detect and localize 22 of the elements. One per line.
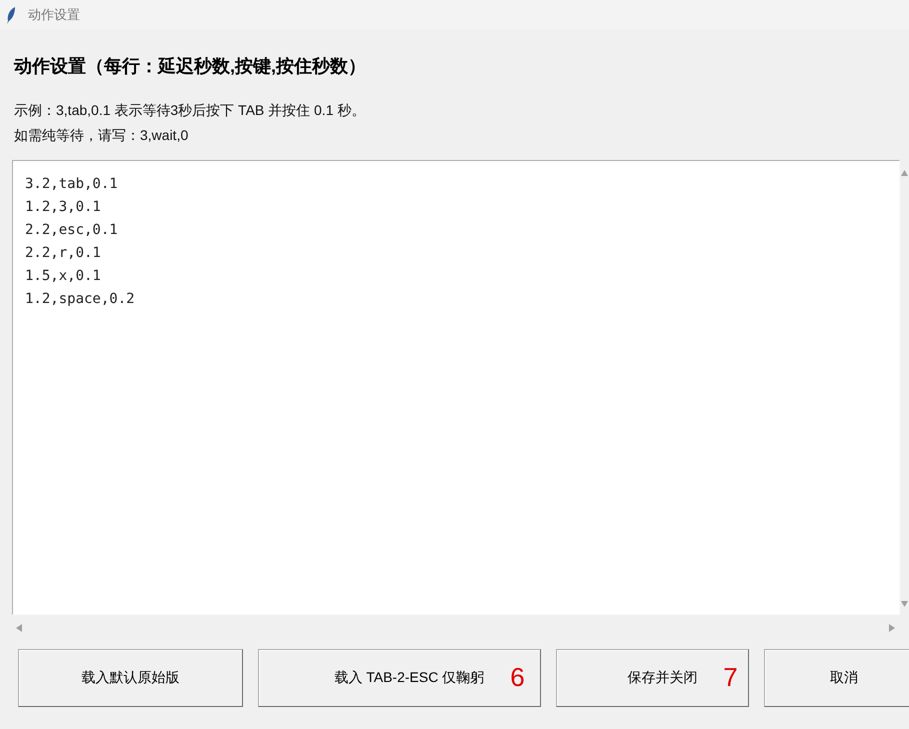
code-line: 1.2,space,0.2	[25, 290, 135, 309]
action-button[interactable]: 载入 TAB-2-ESC 仅鞠躬 6	[258, 648, 541, 707]
hint-text: 示例：3,tab,0.1 表示等待3秒后按下 TAB 并按住 0.1 秒。	[14, 100, 366, 120]
code-line: 1.5,x,0.1	[25, 266, 101, 286]
action-button[interactable]: 取消	[764, 648, 909, 707]
code-line: 2.2,esc,0.1	[25, 220, 118, 240]
feather-icon	[6, 6, 16, 24]
text-area[interactable]: 3.2,tab,0.1 1.2,3,0.1 2.2,esc,0.1 2.2,r,0.1 1.5,x,0.1 1.2,space,0.2	[12, 160, 900, 615]
scroll-down-icon[interactable]	[901, 600, 908, 607]
action-button[interactable]: 保存并关闭 7	[556, 648, 749, 707]
hint-text: 如需纯等待，请写：3,wait,0	[14, 126, 188, 145]
scroll-up-icon[interactable]	[901, 170, 908, 176]
scroll-right-icon[interactable]	[889, 624, 895, 632]
code-line: 2.2,r,0.1	[25, 244, 101, 263]
scroll-left-icon[interactable]	[16, 624, 22, 632]
annotation-number: 6	[510, 661, 525, 694]
code-line: 3.2,tab,0.1	[25, 174, 118, 194]
heading: 动作设置（每行：延迟秒数,按键,按住秒数）	[12, 55, 368, 78]
code-line: 1.2,3,0.1	[25, 198, 101, 217]
window-title: 动作设置	[28, 6, 80, 24]
action-button[interactable]: 载入默认原始版	[18, 648, 243, 707]
annotation-number: 7	[723, 661, 738, 694]
